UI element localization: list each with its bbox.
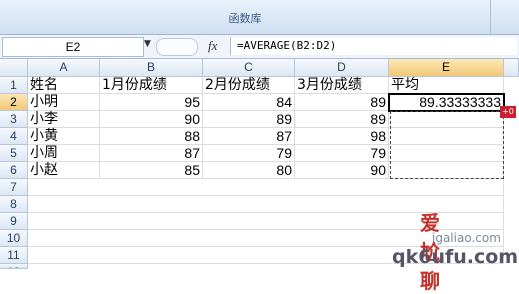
cell-e1[interactable]: 平均 (389, 77, 504, 94)
row-header[interactable]: 5 (0, 145, 28, 162)
cell-b5[interactable]: 87 (100, 145, 203, 162)
cell-d4[interactable]: 98 (295, 128, 389, 145)
insert-function-icon[interactable]: fx (208, 38, 217, 54)
ribbon-separator (490, 0, 491, 34)
ribbon: 函数库 (0, 0, 519, 35)
cell-a4[interactable]: 小黄 (28, 128, 100, 145)
cell-c4[interactable]: 87 (203, 128, 295, 145)
formula-bar: E2 ▼ fx =AVERAGE(B2:D2) (0, 35, 519, 59)
row-header[interactable]: 3 (0, 111, 28, 128)
row-header[interactable]: 11 (0, 247, 28, 264)
fill-handle-icon[interactable]: +0 (500, 106, 516, 118)
chevron-down-icon[interactable]: ▼ (144, 39, 151, 49)
row-header[interactable]: 1 (0, 77, 28, 94)
row-header[interactable]: 2 (0, 94, 28, 111)
ribbon-group-label: 函数库 (228, 12, 262, 25)
column-header-d[interactable]: D (295, 59, 389, 77)
row-header[interactable]: 4 (0, 128, 28, 145)
cell-d6[interactable]: 90 (295, 162, 389, 179)
formula-input[interactable]: =AVERAGE(B2:D2) (230, 37, 517, 55)
cell-b6[interactable]: 85 (100, 162, 203, 179)
column-header-c[interactable]: C (203, 59, 295, 77)
column-header-e[interactable]: E (389, 59, 504, 77)
column-header-a[interactable]: A (28, 59, 100, 77)
formula-bar-resize-handle[interactable] (156, 38, 198, 56)
row-header[interactable]: 12 (0, 264, 28, 269)
cell-d2[interactable]: 89 (295, 94, 389, 111)
row-header[interactable]: 9 (0, 213, 28, 230)
column-header-f[interactable] (504, 59, 519, 77)
cell-a6[interactable]: 小赵 (28, 162, 100, 179)
empty-row[interactable] (28, 179, 504, 196)
active-cell-outline (388, 93, 505, 112)
cell-c6[interactable]: 80 (203, 162, 295, 179)
row-header[interactable]: 7 (0, 179, 28, 196)
cell-c5[interactable]: 79 (203, 145, 295, 162)
cell-c1[interactable]: 2月份成绩 (203, 77, 295, 94)
cell-c2[interactable]: 84 (203, 94, 295, 111)
cell-b3[interactable]: 90 (100, 111, 203, 128)
row-header[interactable]: 8 (0, 196, 28, 213)
empty-row[interactable] (28, 230, 504, 247)
empty-row[interactable] (28, 213, 504, 230)
cell-c3[interactable]: 89 (203, 111, 295, 128)
select-all-corner[interactable] (0, 59, 28, 77)
cell-a5[interactable]: 小周 (28, 145, 100, 162)
row-header[interactable]: 6 (0, 162, 28, 179)
cell-b2[interactable]: 95 (100, 94, 203, 111)
name-box[interactable]: E2 (2, 37, 144, 57)
cell-d1[interactable]: 3月份成绩 (295, 77, 389, 94)
cell-a1[interactable]: 姓名 (28, 77, 100, 94)
fill-range-marquee (390, 111, 504, 179)
row-header[interactable]: 10 (0, 230, 28, 247)
empty-row[interactable] (28, 196, 504, 213)
cell-d5[interactable]: 79 (295, 145, 389, 162)
column-header-b[interactable]: B (100, 59, 203, 77)
cell-a3[interactable]: 小李 (28, 111, 100, 128)
empty-row[interactable] (28, 247, 504, 264)
cell-d3[interactable]: 89 (295, 111, 389, 128)
cell-b4[interactable]: 88 (100, 128, 203, 145)
cell-b1[interactable]: 1月份成绩 (100, 77, 203, 94)
cell-a2[interactable]: 小明 (28, 94, 100, 111)
